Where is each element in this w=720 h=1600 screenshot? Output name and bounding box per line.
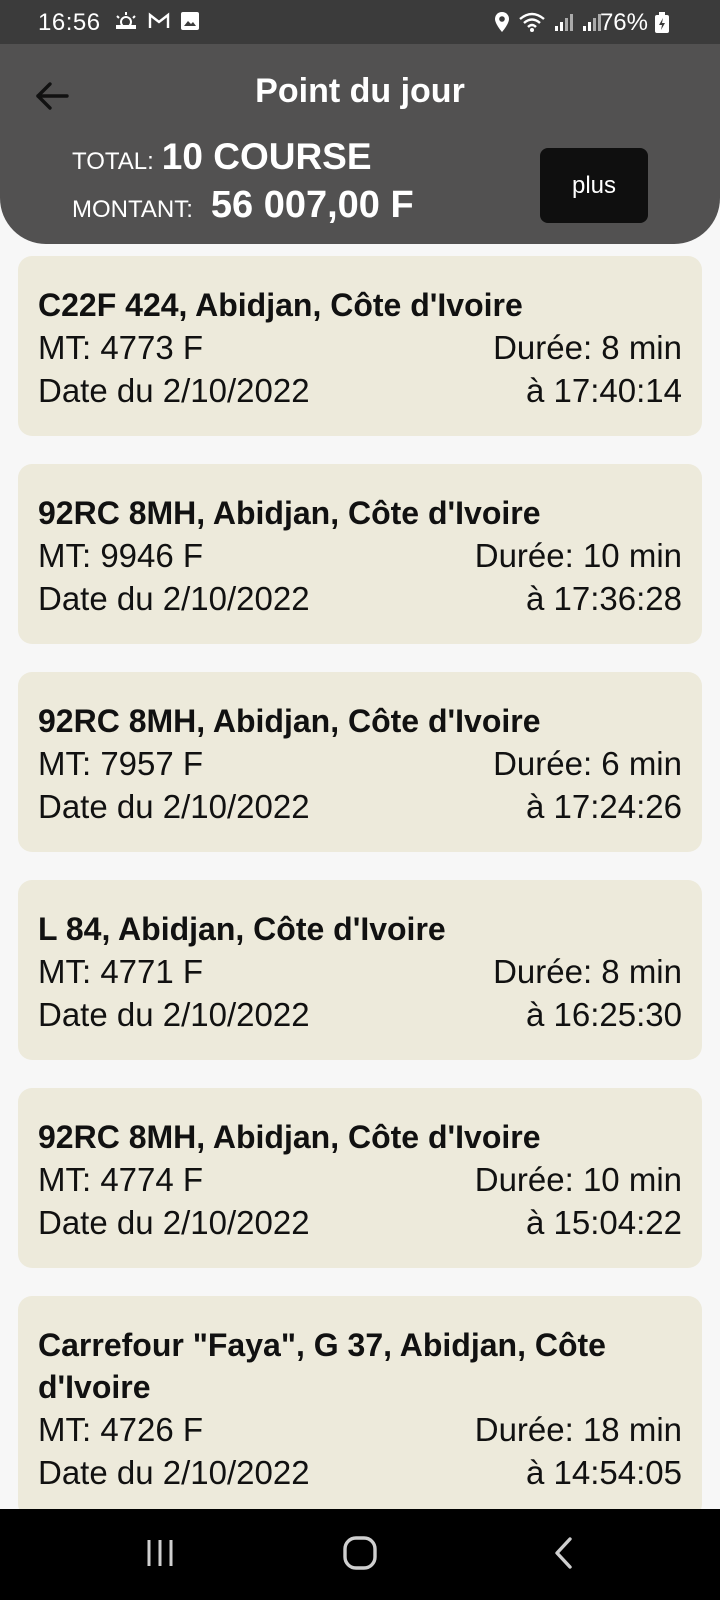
status-time: 16:56	[38, 9, 101, 36]
ride-address: 92RC 8MH, Abidjan, Côte d'Ivoire	[38, 495, 541, 531]
plus-button[interactable]: plus	[540, 148, 648, 223]
total-label: TOTAL:	[72, 148, 154, 175]
ride-time: à 17:40:14	[526, 372, 682, 409]
ride-time: à 15:04:22	[526, 1204, 682, 1241]
ride-time: à 17:24:26	[526, 788, 682, 825]
ride-amount: MT: 4774 F	[38, 1161, 204, 1198]
status-left-icons	[114, 11, 200, 31]
total-row: TOTAL: 10 COURSE	[72, 136, 372, 178]
ride-card[interactable]: 92RC 8MH, Abidjan, Côte d'Ivoire MT: 994…	[18, 464, 702, 644]
ride-list[interactable]: C22F 424, Abidjan, Côte d'Ivoire MT: 477…	[18, 256, 702, 1509]
ride-duration: Durée: 8 min	[493, 953, 682, 990]
ride-address: Carrefour "Faya", G 37, Abidjan, Côte d'…	[38, 1327, 606, 1405]
status-bar: 16:56 76%	[0, 0, 720, 44]
amount-label: MONTANT:	[72, 196, 193, 223]
ride-amount: MT: 4726 F	[38, 1411, 204, 1448]
ride-card[interactable]: 92RC 8MH, Abidjan, Côte d'Ivoire MT: 795…	[18, 672, 702, 852]
battery-percent: 76%	[599, 9, 648, 36]
ride-card[interactable]: C22F 424, Abidjan, Côte d'Ivoire MT: 477…	[18, 256, 702, 436]
ride-address: C22F 424, Abidjan, Côte d'Ivoire	[38, 287, 523, 323]
ride-time: à 17:36:28	[526, 580, 682, 617]
ride-card[interactable]: L 84, Abidjan, Côte d'Ivoire MT: 4771 F D…	[18, 880, 702, 1060]
ride-time: à 16:25:30	[526, 996, 682, 1033]
home-button[interactable]	[330, 1531, 390, 1579]
ride-amount: MT: 7957 F	[38, 745, 204, 782]
ride-date: Date du 2/10/2022	[38, 372, 310, 409]
ride-duration: Durée: 18 min	[474, 1411, 682, 1448]
page-title: Point du jour	[255, 72, 465, 110]
back-nav-icon	[552, 1536, 576, 1575]
ride-address: L 84, Abidjan, Côte d'Ivoire	[38, 911, 446, 947]
ride-address: 92RC 8MH, Abidjan, Côte d'Ivoire	[38, 703, 541, 739]
battery-icon	[654, 12, 670, 34]
ride-amount: MT: 4771 F	[38, 953, 204, 990]
ride-card[interactable]: Carrefour "Faya", G 37, Abidjan, Côte d'…	[18, 1296, 702, 1509]
system-nav-bar	[0, 1509, 720, 1600]
recents-icon	[143, 1537, 177, 1574]
ride-time: à 14:54:05	[526, 1454, 682, 1491]
ride-date: Date du 2/10/2022	[38, 1204, 310, 1241]
status-right-icons	[494, 11, 602, 33]
ride-date: Date du 2/10/2022	[38, 996, 310, 1033]
ride-card[interactable]: 92RC 8MH, Abidjan, Côte d'Ivoire MT: 477…	[18, 1088, 702, 1268]
ride-date: Date du 2/10/2022	[38, 1454, 310, 1491]
gallery-icon	[180, 11, 200, 31]
ride-address: 92RC 8MH, Abidjan, Côte d'Ivoire	[38, 1119, 541, 1155]
total-value: 10 COURSE	[161, 136, 372, 177]
weather-icon	[114, 11, 138, 31]
app-screen: 16:56 76% Point du jour TOTAL: 10 COURSE…	[0, 0, 720, 1600]
ride-date: Date du 2/10/2022	[38, 788, 310, 825]
amount-row: MONTANT: 56 007,00 F	[72, 184, 414, 227]
recents-button[interactable]	[130, 1531, 190, 1579]
header: Point du jour TOTAL: 10 COURSE MONTANT: …	[0, 44, 720, 244]
signal-icon	[554, 12, 574, 32]
ride-amount: MT: 9946 F	[38, 537, 204, 574]
ride-duration: Durée: 10 min	[474, 537, 682, 574]
ride-duration: Durée: 6 min	[493, 745, 682, 782]
ride-date: Date du 2/10/2022	[38, 580, 310, 617]
home-icon	[342, 1535, 378, 1576]
system-back-button[interactable]	[534, 1531, 594, 1579]
ride-duration: Durée: 10 min	[474, 1161, 682, 1198]
ride-duration: Durée: 8 min	[493, 329, 682, 366]
amount-value: 56 007,00 F	[210, 184, 414, 226]
wifi-icon	[518, 11, 546, 33]
location-icon	[494, 11, 510, 33]
gmail-icon	[148, 12, 170, 30]
ride-amount: MT: 4773 F	[38, 329, 204, 366]
